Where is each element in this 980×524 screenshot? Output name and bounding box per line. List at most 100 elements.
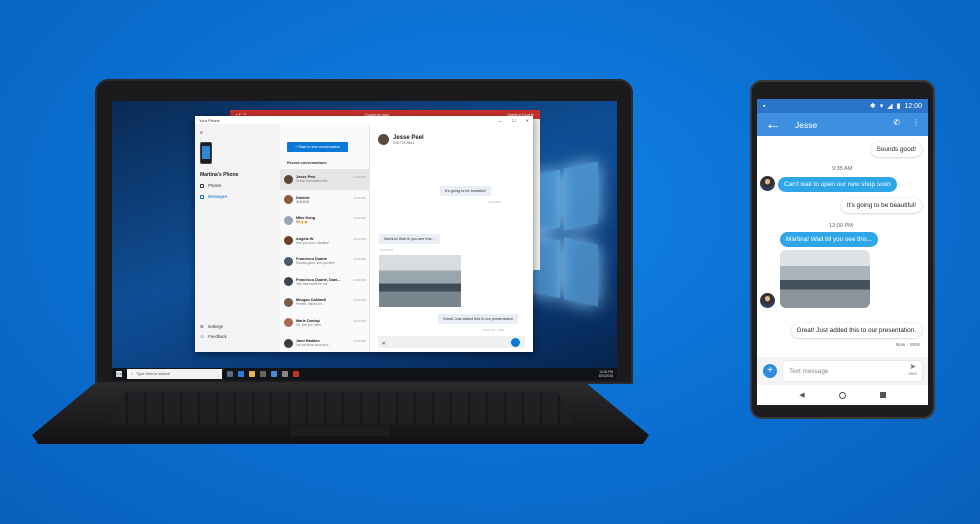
nav-item-messages[interactable]: Messages bbox=[200, 194, 227, 199]
messages-icon bbox=[200, 194, 204, 199]
contact-avatar bbox=[378, 134, 389, 145]
nav-item-label: Messages bbox=[208, 194, 228, 199]
avatar bbox=[284, 277, 293, 287]
contact-title: Jesse bbox=[795, 119, 818, 130]
taskbar-search[interactable]: ○ Type here to search bbox=[127, 369, 222, 379]
back-arrow-icon[interactable]: ← bbox=[765, 116, 781, 134]
new-conversation-button[interactable]: + Start a new conversation bbox=[287, 142, 348, 152]
nav-item-feedback[interactable]: ☺ Feedback bbox=[200, 334, 227, 339]
hamburger-icon[interactable]: ≡ bbox=[200, 130, 203, 136]
add-attachment-button[interactable]: + bbox=[763, 364, 777, 378]
nav-item-photos[interactable]: Photos bbox=[200, 183, 221, 188]
conversation-preview: Great! Just added this... bbox=[296, 179, 330, 184]
close-icon[interactable]: ✕ bbox=[526, 118, 529, 123]
contact-phone: 206-778-9641 bbox=[393, 140, 415, 145]
phone-app-bar: ← Jesse ✆ ⋮ bbox=[757, 113, 928, 136]
phone-icon bbox=[200, 142, 212, 164]
nav-item-settings[interactable]: ⚙ Settings bbox=[200, 324, 223, 329]
avatar bbox=[284, 174, 293, 184]
message-bubble-outgoing: Great! Just added this to our presentati… bbox=[438, 314, 518, 324]
overflow-menu-icon[interactable]: ⋮ bbox=[912, 118, 920, 127]
conversation-item[interactable]: Morgan Caldwell Perfect, thanks for... 12:… bbox=[280, 292, 370, 313]
app-nav-pane: ≡ Martina's Phone Photos Messages ⚙ Sett… bbox=[195, 124, 280, 352]
nav-item-label: Photos bbox=[208, 183, 222, 188]
avatar bbox=[284, 318, 293, 328]
conversation-time: 12:00 PM bbox=[353, 277, 366, 282]
conversation-list-pane: + Start a new conversation Recent conver… bbox=[280, 124, 370, 352]
contact-avatar bbox=[760, 293, 775, 308]
conversation-item[interactable]: Daniela 😄😄😄😄 12:00 PM bbox=[280, 190, 370, 211]
message-bubble-incoming: Can't wait to open our new shop soon bbox=[778, 177, 897, 192]
conversation-time: 12:00 PM bbox=[353, 195, 366, 200]
your-phone-taskbar-icon[interactable] bbox=[282, 371, 288, 377]
wifi-icon: ▾ bbox=[879, 103, 884, 110]
conversation-item[interactable]: Francisco Duarte, Dani... Yes, that works… bbox=[280, 272, 370, 293]
status-time: 12:00 bbox=[904, 102, 922, 110]
avatar bbox=[284, 338, 293, 348]
window-controls: — ☐ ✕ bbox=[498, 118, 529, 123]
conversation-preview: 😄😄😄😄 bbox=[296, 199, 310, 204]
shared-photo[interactable] bbox=[780, 250, 870, 308]
app-title: Your Phone bbox=[199, 117, 220, 123]
photos-icon bbox=[200, 183, 204, 188]
conversation-preview: Ok, see you there bbox=[296, 322, 322, 327]
taskbar-clock[interactable]: 12:00 PM 8/31/2018 bbox=[599, 370, 613, 378]
laptop-keyboard bbox=[110, 392, 572, 424]
conversation-preview: Let me know what you... bbox=[296, 343, 331, 348]
store-icon[interactable] bbox=[260, 371, 266, 377]
conversation-time: 12:00 PM bbox=[353, 339, 366, 343]
send-button[interactable] bbox=[511, 338, 520, 347]
conversation-item[interactable]: Jesse Peel Great! Just added this... 12:00… bbox=[280, 169, 370, 190]
message-timestamp: 9:35 AM bbox=[832, 166, 853, 172]
laptop-screen: ▪ ↶ ↷ Quarterly.pptx Martina Duarte Your… bbox=[112, 101, 617, 380]
maximize-icon[interactable]: ☐ bbox=[512, 118, 516, 123]
nav-back-icon[interactable]: ◀ bbox=[799, 391, 804, 399]
conversation-time: 12:00 PM bbox=[353, 318, 366, 323]
conversation-preview: 🐶👍🎉 bbox=[296, 220, 308, 225]
feedback-icon: ☺ bbox=[200, 334, 205, 339]
avatar bbox=[284, 297, 293, 307]
compose-field[interactable]: Text message ➤ SMS bbox=[783, 361, 922, 381]
mail-icon[interactable] bbox=[271, 371, 277, 377]
minimize-icon[interactable]: — bbox=[498, 118, 502, 123]
notification-icon: ▪ bbox=[763, 102, 766, 110]
call-icon[interactable]: ✆ bbox=[893, 118, 900, 127]
send-label: SMS bbox=[908, 371, 917, 376]
message-input[interactable]: ▣ ☺ bbox=[378, 336, 525, 348]
conversation-item[interactable]: Marie Dunlap Ok, see you there 12:00 PM bbox=[280, 313, 370, 334]
conversation-item[interactable]: Angela W See you soon, Martina! 12:00 PM bbox=[280, 231, 370, 252]
compose-placeholder: Text message bbox=[789, 367, 829, 375]
file-explorer-icon[interactable] bbox=[249, 371, 255, 377]
conversation-time: 12:00 PM bbox=[353, 236, 366, 241]
send-sms-button[interactable]: ➤ SMS bbox=[908, 363, 917, 377]
nav-home-icon[interactable] bbox=[838, 391, 846, 399]
attach-image-icon[interactable]: ▣ bbox=[382, 340, 386, 345]
chat-header: Jesse Peel 206-778-9641 bbox=[378, 134, 424, 145]
battery-icon: ▮ bbox=[896, 103, 901, 110]
conversation-time: 12:00 PM bbox=[353, 257, 366, 261]
start-icon[interactable] bbox=[116, 371, 122, 377]
task-view-icon[interactable] bbox=[227, 371, 233, 377]
chat-pane: Jesse Peel 206-778-9641 It's going to be… bbox=[370, 124, 533, 352]
avatar bbox=[284, 215, 293, 225]
bluetooth-icon: ✱ bbox=[869, 103, 876, 110]
avatar bbox=[284, 195, 293, 205]
shared-photo[interactable] bbox=[379, 255, 461, 307]
conversation-time: 12:00 PM bbox=[353, 216, 366, 220]
android-nav-bar: ◀ bbox=[757, 385, 928, 405]
nav-item-label: Feedback bbox=[208, 334, 227, 339]
taskbar-search-placeholder: Type here to search bbox=[136, 372, 170, 376]
conversation-item[interactable]: Mike Kong 🐶👍🎉 12:00 PM bbox=[280, 210, 370, 231]
conversation-preview: Sounds good, see you then bbox=[296, 261, 335, 266]
avatar bbox=[284, 256, 293, 266]
conversation-item[interactable]: Francisco Duarte Sounds good, see you the… bbox=[280, 251, 370, 272]
message-bubble-incoming: Martina! Wait till you see this... bbox=[780, 232, 879, 247]
phone-status-bar: ▪ ✱ ▾ ◢ ▮ 12:00 bbox=[757, 99, 928, 113]
conversation-item[interactable]: Jami Hadden Let me know what you... 12:00 … bbox=[280, 333, 370, 354]
edge-icon[interactable] bbox=[238, 371, 244, 377]
windows-taskbar: ○ Type here to search 12:00 PM 8/31/2018 bbox=[112, 368, 617, 380]
message-meta: 12:00 PM bbox=[380, 248, 393, 252]
powerpoint-icon[interactable] bbox=[293, 371, 299, 377]
nav-recents-icon[interactable] bbox=[879, 392, 886, 398]
gear-icon: ⚙ bbox=[200, 324, 204, 329]
